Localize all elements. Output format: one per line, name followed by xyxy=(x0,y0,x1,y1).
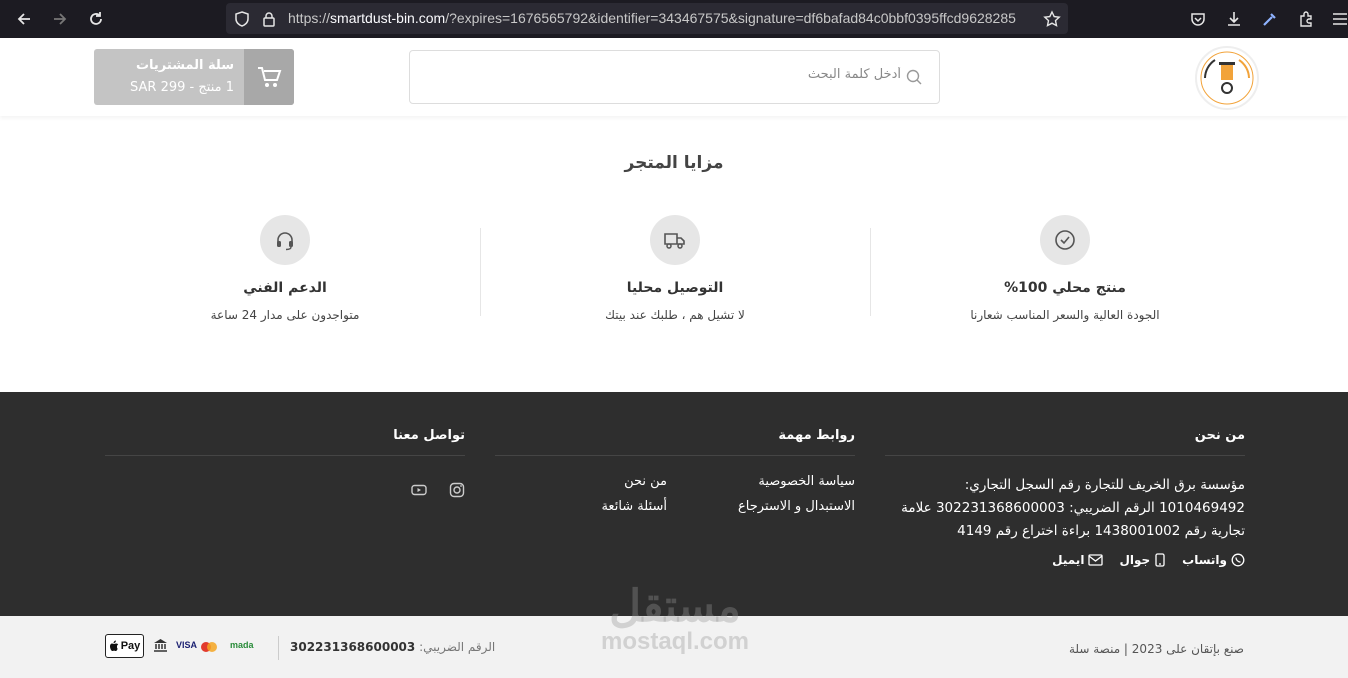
email-label: ايميل xyxy=(1052,553,1085,567)
footer-about-text: مؤسسة برق الخريف للتجارة رقم السجل التجا… xyxy=(901,477,1245,539)
mada-label: mada xyxy=(230,640,254,650)
browser-toolbar: https://smartdust-bin.com/?expires=16765… xyxy=(0,0,1348,38)
extensions-icon[interactable] xyxy=(1294,7,1318,31)
visa-label: VISA xyxy=(176,640,198,650)
whatsapp-link[interactable]: واتساب xyxy=(1182,553,1245,567)
menu-icon[interactable] xyxy=(1328,7,1348,31)
watermark-logo: مستقل mostaql.com xyxy=(590,585,760,655)
features-title: مزايا المتجر xyxy=(624,153,724,173)
feature-divider xyxy=(870,228,871,316)
youtube-icon[interactable] xyxy=(411,482,427,502)
feature-desc: متواجدون على مدار 24 ساعة xyxy=(210,308,360,322)
bookmark-star-icon[interactable] xyxy=(1040,7,1064,31)
search-icon[interactable] xyxy=(905,68,923,86)
url-prefix: https:// xyxy=(288,10,331,26)
back-icon[interactable] xyxy=(12,7,36,31)
footer-links: روابط مهمة سياسة الخصوصية من نحن الاستبد… xyxy=(495,428,855,608)
envelope-icon xyxy=(1088,554,1104,566)
email-link[interactable]: ايميل xyxy=(1052,553,1104,567)
watermark-ar: مستقل xyxy=(609,582,741,631)
social-links xyxy=(105,482,465,502)
shield-icon[interactable] xyxy=(230,7,254,31)
feature-title: التوصيل محليا xyxy=(626,280,724,296)
link-about-us[interactable]: من نحن xyxy=(479,474,667,489)
url-bar[interactable]: https://smartdust-bin.com/?expires=16765… xyxy=(226,3,1068,34)
visa-icon: VISA xyxy=(176,640,197,650)
feature-local-delivery: التوصيل محليا لا تشيل هم ، طلبك عند بيتك xyxy=(480,215,870,330)
tax-value: 302231368600003 xyxy=(290,640,416,654)
headset-icon xyxy=(260,215,310,265)
eyedropper-icon[interactable] xyxy=(1258,7,1282,31)
bank-transfer-icon xyxy=(153,638,168,655)
contact-links: واتساب جوال ايميل xyxy=(885,553,1245,567)
reload-icon[interactable] xyxy=(84,7,108,31)
feature-divider xyxy=(480,228,481,316)
url-text[interactable]: https://smartdust-bin.com/?expires=16765… xyxy=(288,10,1028,26)
mobile-phone-icon xyxy=(1155,553,1165,567)
watermark-en: mostaql.com xyxy=(600,628,750,655)
cart-title: سلة المشتريات xyxy=(135,58,234,73)
download-icon[interactable] xyxy=(1222,7,1246,31)
feature-desc: لا تشيل هم ، طلبك عند بيتك xyxy=(605,308,745,322)
feature-title: الدعم الفني xyxy=(243,280,327,296)
footer-about-title: من نحن xyxy=(885,428,1245,456)
check-circle-icon xyxy=(1040,215,1090,265)
url-host: smartdust-bin.com xyxy=(330,10,446,26)
url-rest: /?expires=1676565792&identifier=34346757… xyxy=(445,10,1016,26)
apple-pay-icon: Pay xyxy=(105,634,144,658)
whatsapp-icon xyxy=(1231,553,1245,567)
mastercard-icon xyxy=(198,640,220,654)
footer-about: من نحن مؤسسة برق الخريف للتجارة رقم السج… xyxy=(885,428,1245,608)
instagram-icon[interactable] xyxy=(449,482,465,502)
tax-number: الرقم الضريبي: 302231368600003 xyxy=(290,640,495,654)
truck-icon xyxy=(650,215,700,265)
footer-links-title: روابط مهمة xyxy=(495,428,855,456)
store-header: سلة المشتريات 1 منتج - 299 SAR xyxy=(0,38,1348,116)
footer-contact-title: تواصل معنا xyxy=(105,428,465,456)
link-returns[interactable]: الاستبدال و الاسترجاع xyxy=(667,499,855,514)
footer-links-list: سياسة الخصوصية من نحن الاستبدال و الاستر… xyxy=(495,474,855,514)
feature-title: منتج محلي 100% xyxy=(1004,280,1126,296)
phone-link[interactable]: جوال xyxy=(1119,553,1166,567)
phone-label: جوال xyxy=(1119,553,1151,567)
tax-label: الرقم الضريبي: xyxy=(419,640,496,654)
feature-support: الدعم الفني متواجدون على مدار 24 ساعة xyxy=(90,215,480,330)
store-logo-icon[interactable] xyxy=(1195,46,1259,110)
credits-text[interactable]: صنع بإتقان على 2023 | منصة سلة xyxy=(1069,642,1244,656)
payment-divider xyxy=(278,636,279,660)
cart-icon xyxy=(244,49,294,105)
cart-summary: 1 منتج - 299 SAR xyxy=(130,80,234,95)
link-faq[interactable]: أسئلة شائعة xyxy=(479,499,667,514)
link-privacy-policy[interactable]: سياسة الخصوصية xyxy=(667,474,855,489)
whatsapp-label: واتساب xyxy=(1182,553,1227,567)
lock-icon[interactable] xyxy=(257,7,281,31)
search-input[interactable] xyxy=(441,67,901,82)
footer-contact: تواصل معنا xyxy=(105,428,465,608)
forward-icon[interactable] xyxy=(48,7,72,31)
pocket-icon[interactable] xyxy=(1186,7,1210,31)
feature-local-product: منتج محلي 100% الجودة العالية والسعر الم… xyxy=(870,215,1260,330)
mada-payment-icon: mada xyxy=(230,640,254,650)
search-box xyxy=(409,50,940,104)
apple-pay-label: Pay xyxy=(120,640,141,652)
feature-desc: الجودة العالية والسعر المناسب شعارنا xyxy=(970,308,1160,322)
cart-button[interactable]: سلة المشتريات 1 منتج - 299 SAR xyxy=(94,49,294,105)
